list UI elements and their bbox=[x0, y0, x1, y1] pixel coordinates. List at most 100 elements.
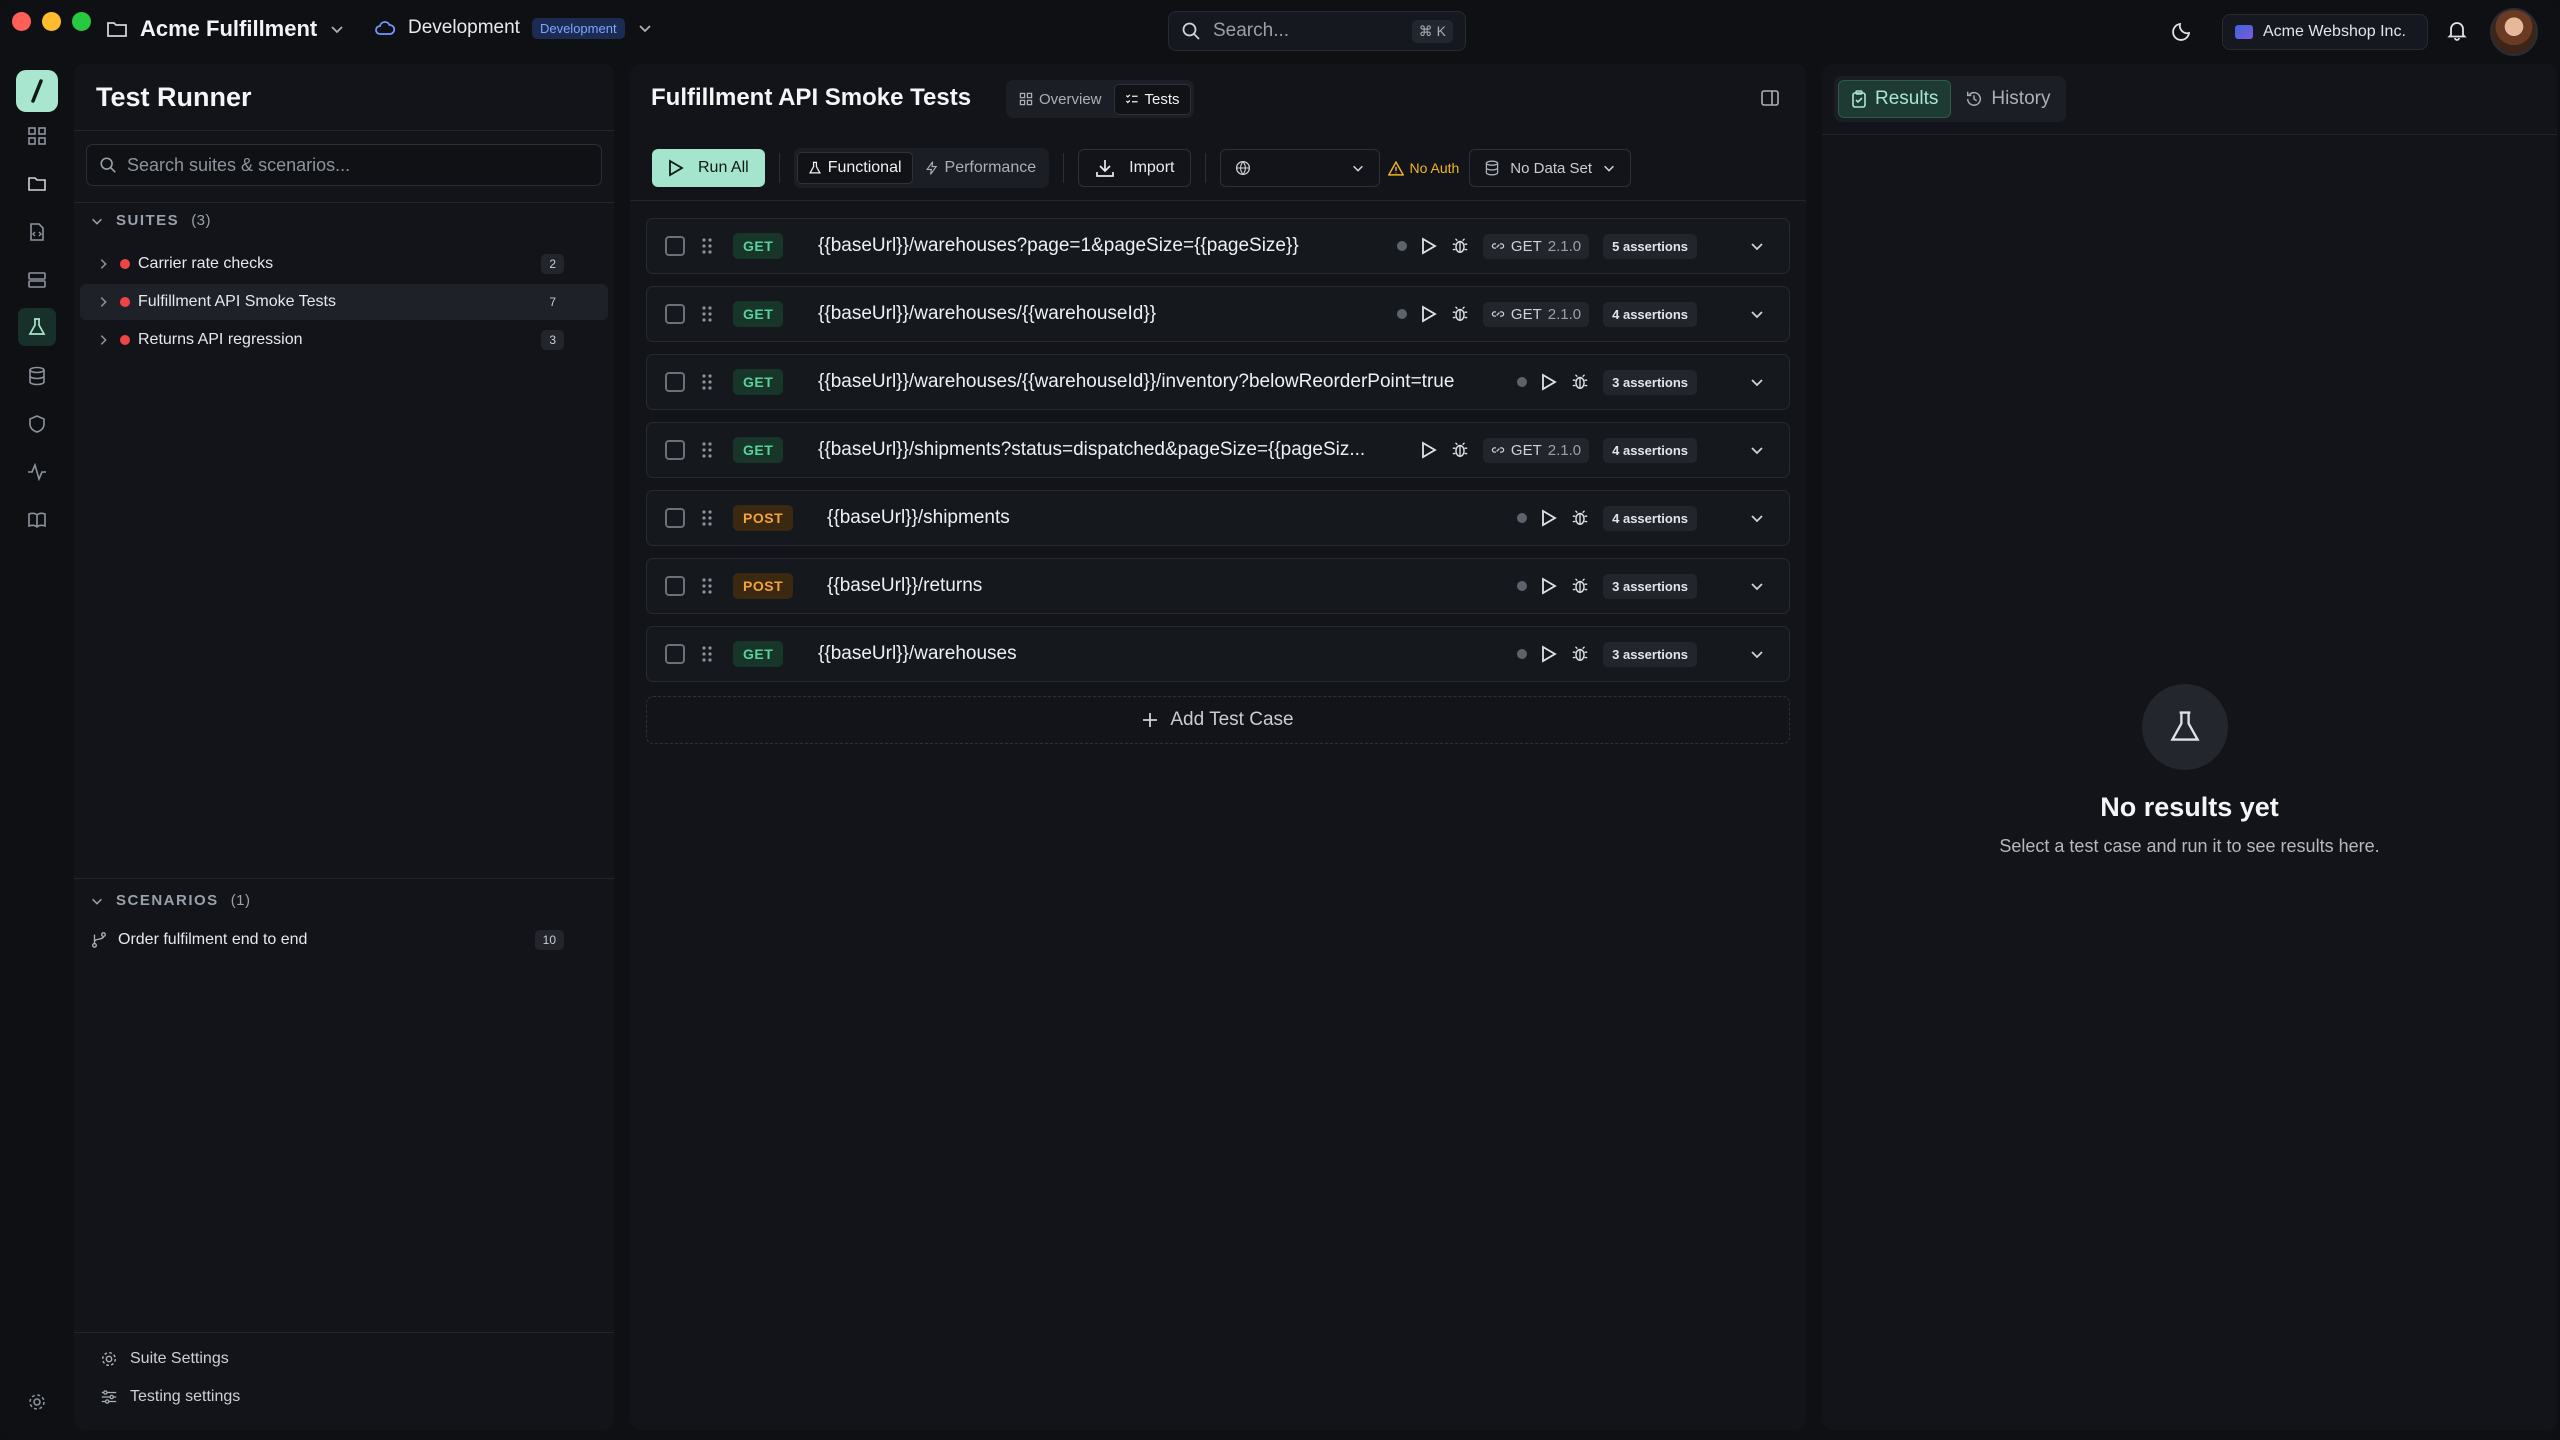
app-logo[interactable] bbox=[16, 70, 58, 112]
dataset-select[interactable]: No Data Set bbox=[1469, 149, 1632, 187]
suite-item-returns-api-regression[interactable]: Returns API regression 3 bbox=[80, 322, 608, 358]
drag-handle-icon[interactable] bbox=[701, 509, 713, 527]
bug-icon[interactable] bbox=[1571, 645, 1589, 663]
tab-overview[interactable]: Overview bbox=[1009, 85, 1112, 114]
rail-docs[interactable] bbox=[23, 506, 51, 534]
tab-results[interactable]: Results bbox=[1838, 80, 1952, 118]
rail-collections[interactable] bbox=[23, 170, 51, 198]
drag-handle-icon[interactable] bbox=[701, 441, 713, 459]
functional-toggle[interactable]: Functional bbox=[796, 152, 913, 184]
rail-dashboard[interactable] bbox=[23, 122, 51, 150]
play-icon[interactable] bbox=[1541, 645, 1557, 663]
expand-chevron-icon[interactable] bbox=[1749, 374, 1765, 390]
bug-icon[interactable] bbox=[1571, 509, 1589, 527]
test-case-row[interactable]: GET {{baseUrl}}/warehouses/{{warehouseId… bbox=[646, 354, 1790, 410]
drag-handle-icon[interactable] bbox=[701, 577, 713, 595]
suite-search-input[interactable]: Search suites & scenarios... bbox=[86, 144, 602, 186]
play-icon[interactable] bbox=[1541, 577, 1557, 595]
test-case-row[interactable]: GET {{baseUrl}}/warehouses 3 assertions bbox=[646, 626, 1790, 682]
expand-chevron-icon[interactable] bbox=[1749, 646, 1765, 662]
expand-chevron-icon[interactable] bbox=[1749, 442, 1765, 458]
bug-icon[interactable] bbox=[1451, 305, 1469, 323]
expand-chevron-icon[interactable] bbox=[1749, 578, 1765, 594]
divider bbox=[778, 153, 780, 183]
tab-tests[interactable]: Tests bbox=[1113, 83, 1191, 115]
project-switcher[interactable]: Acme Fulfillment bbox=[106, 16, 345, 42]
notifications-button[interactable] bbox=[2446, 19, 2468, 46]
rail-test-runner[interactable] bbox=[18, 308, 56, 346]
bug-icon[interactable] bbox=[1571, 373, 1589, 391]
list-check-icon bbox=[1125, 94, 1138, 104]
org-switcher[interactable]: Acme Webshop Inc. bbox=[2222, 14, 2428, 50]
drag-handle-icon[interactable] bbox=[701, 645, 713, 663]
linked-endpoint-badge[interactable]: GET 2.1.0 bbox=[1482, 437, 1590, 463]
user-avatar[interactable] bbox=[2490, 8, 2538, 56]
chevron-right-icon[interactable] bbox=[96, 257, 114, 271]
bug-icon[interactable] bbox=[1451, 441, 1469, 459]
test-case-row[interactable]: POST {{baseUrl}}/shipments 4 assertions bbox=[646, 490, 1790, 546]
bug-icon[interactable] bbox=[1571, 577, 1589, 595]
minimize-window-button[interactable] bbox=[42, 12, 61, 31]
expand-chevron-icon[interactable] bbox=[1749, 238, 1765, 254]
rail-database[interactable] bbox=[23, 362, 51, 390]
drag-handle-icon[interactable] bbox=[701, 237, 713, 255]
linked-method: GET bbox=[1510, 237, 1542, 255]
auth-status[interactable]: No Auth bbox=[1388, 160, 1459, 176]
rail-settings[interactable] bbox=[23, 1388, 51, 1416]
suite-item-carrier-rate-checks[interactable]: Carrier rate checks 2 bbox=[80, 246, 608, 282]
linked-endpoint-badge[interactable]: GET 2.1.0 bbox=[1482, 233, 1590, 259]
play-icon[interactable] bbox=[1421, 237, 1437, 255]
maximize-window-button[interactable] bbox=[72, 12, 91, 31]
play-icon bbox=[669, 159, 684, 177]
test-case-actions: GET 2.1.0 5 assertions bbox=[1396, 233, 1697, 259]
test-case-checkbox[interactable] bbox=[665, 576, 685, 596]
import-button[interactable]: Import bbox=[1078, 149, 1192, 187]
test-case-checkbox[interactable] bbox=[665, 440, 685, 460]
play-icon[interactable] bbox=[1541, 373, 1557, 391]
chevron-right-icon[interactable] bbox=[96, 295, 114, 309]
testing-settings-link[interactable]: Testing settings bbox=[100, 1388, 240, 1406]
run-all-button[interactable]: Run All bbox=[652, 149, 765, 187]
import-label: Import bbox=[1129, 159, 1175, 176]
rail-security[interactable] bbox=[23, 410, 51, 438]
drag-handle-icon[interactable] bbox=[701, 305, 713, 323]
environment-switcher[interactable]: Development Development bbox=[374, 17, 653, 39]
rail-servers[interactable] bbox=[23, 266, 51, 294]
drag-handle-icon[interactable] bbox=[701, 373, 713, 391]
test-case-checkbox[interactable] bbox=[665, 236, 685, 256]
rail-files[interactable] bbox=[23, 218, 51, 246]
expand-chevron-icon[interactable] bbox=[1749, 510, 1765, 526]
suite-settings-link[interactable]: Suite Settings bbox=[100, 1350, 229, 1368]
play-icon[interactable] bbox=[1421, 441, 1437, 459]
test-case-row[interactable]: GET {{baseUrl}}/warehouses/{{warehouseId… bbox=[646, 286, 1790, 342]
close-window-button[interactable] bbox=[12, 12, 31, 31]
test-case-checkbox[interactable] bbox=[665, 644, 685, 664]
test-case-row[interactable]: GET {{baseUrl}}/warehouses?page=1&pageSi… bbox=[646, 218, 1790, 274]
test-case-checkbox[interactable] bbox=[665, 508, 685, 528]
toggle-panel-button[interactable] bbox=[1760, 88, 1780, 113]
performance-toggle[interactable]: Performance bbox=[915, 153, 1047, 183]
play-icon[interactable] bbox=[1421, 305, 1437, 323]
suite-item-fulfillment-api-smoke-tests[interactable]: Fulfillment API Smoke Tests 7 bbox=[80, 284, 608, 320]
scenario-item[interactable]: Order fulfilment end to end 10 bbox=[90, 924, 610, 956]
add-test-case-button[interactable]: Add Test Case bbox=[646, 696, 1790, 744]
test-case-row[interactable]: POST {{baseUrl}}/returns 3 assertions bbox=[646, 558, 1790, 614]
suites-section-header[interactable]: SUITES (3) bbox=[90, 212, 211, 229]
theme-toggle-button[interactable] bbox=[2172, 19, 2194, 46]
expand-chevron-icon[interactable] bbox=[1749, 306, 1765, 322]
rail-monitoring[interactable] bbox=[23, 458, 51, 486]
tab-history[interactable]: History bbox=[1953, 80, 2062, 118]
bug-icon[interactable] bbox=[1451, 237, 1469, 255]
test-case-checkbox[interactable] bbox=[665, 304, 685, 324]
chevron-right-icon[interactable] bbox=[96, 333, 114, 347]
suite-count-badge: 2 bbox=[541, 254, 564, 274]
test-case-checkbox[interactable] bbox=[665, 372, 685, 392]
global-search[interactable]: Search... ⌘ K bbox=[1168, 11, 1466, 51]
play-icon[interactable] bbox=[1541, 509, 1557, 527]
suite-settings-label: Suite Settings bbox=[130, 1350, 229, 1367]
test-case-row[interactable]: GET {{baseUrl}}/shipments?status=dispatc… bbox=[646, 422, 1790, 478]
nav-rail bbox=[0, 62, 74, 1440]
linked-endpoint-badge[interactable]: GET 2.1.0 bbox=[1482, 301, 1590, 327]
scenarios-section-header[interactable]: SCENARIOS (1) bbox=[90, 892, 251, 909]
environment-select[interactable] bbox=[1220, 149, 1381, 187]
